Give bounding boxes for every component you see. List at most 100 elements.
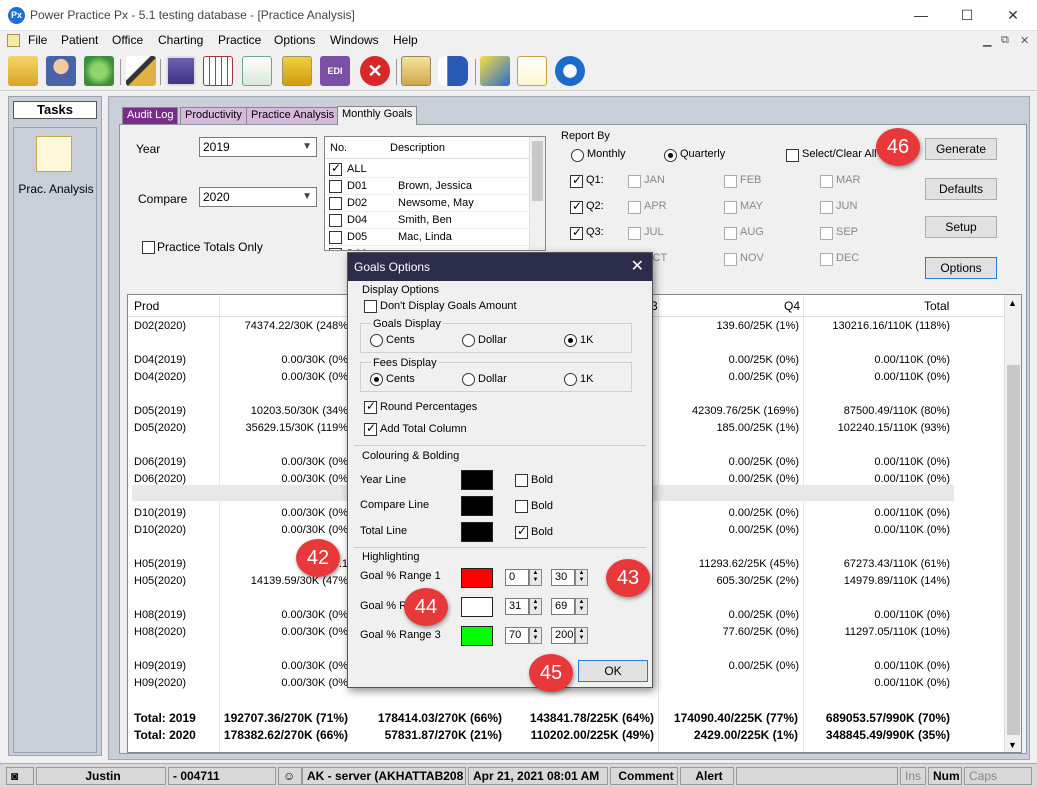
status-alert[interactable]: Alert bbox=[680, 767, 734, 785]
edi-icon[interactable]: EDI bbox=[320, 56, 350, 86]
scroll-up-icon[interactable]: ▲ bbox=[1008, 298, 1017, 308]
mdi-minimize-icon[interactable]: ▁ bbox=[983, 34, 991, 47]
menu-options[interactable]: Options bbox=[274, 33, 315, 47]
month-checkbox[interactable] bbox=[724, 175, 737, 188]
quarterly-radio[interactable] bbox=[664, 149, 677, 162]
range2-to-spinner[interactable]: ▲ ▼ bbox=[575, 598, 588, 615]
mdi-restore-icon[interactable]: ⧉ bbox=[1001, 34, 1009, 47]
task-prac-analysis[interactable]: Prac. Analysis bbox=[14, 182, 98, 196]
year-line-bold-checkbox[interactable] bbox=[515, 474, 528, 487]
year-select[interactable]: 2019 ▼ bbox=[199, 137, 317, 157]
menu-file[interactable]: File bbox=[28, 33, 47, 47]
range3-to-spinner[interactable]: ▲ ▼ bbox=[575, 627, 588, 644]
month-checkbox[interactable] bbox=[820, 253, 833, 266]
tab-productivity[interactable]: Productivity bbox=[180, 107, 247, 124]
range1-to-spinner[interactable]: ▲ ▼ bbox=[575, 569, 588, 586]
provider-row[interactable]: D01 Brown, Jessica bbox=[325, 178, 529, 195]
provider-list[interactable]: No. Description ALL D01 Brown, Jessica D… bbox=[324, 136, 546, 251]
provider-checkbox[interactable] bbox=[329, 161, 342, 176]
provider-checkbox[interactable] bbox=[329, 231, 342, 244]
ok-button[interactable]: OK bbox=[578, 660, 648, 682]
provider-row[interactable]: D05 Mac, Linda bbox=[325, 229, 529, 246]
provider-row[interactable]: D04 Smith, Ben bbox=[325, 212, 529, 229]
memo-icon[interactable] bbox=[517, 56, 547, 86]
maximize-icon[interactable]: ☐ bbox=[944, 0, 990, 31]
month-checkbox[interactable] bbox=[724, 253, 737, 266]
fees-cents-radio[interactable] bbox=[370, 373, 383, 386]
provider-checkbox[interactable] bbox=[329, 248, 342, 250]
goals-1k-radio[interactable] bbox=[564, 334, 577, 347]
document-menu-icon[interactable] bbox=[7, 34, 20, 47]
scroll-thumb[interactable] bbox=[532, 141, 543, 201]
month-checkbox[interactable] bbox=[628, 201, 641, 214]
month-checkbox[interactable] bbox=[820, 201, 833, 214]
month-checkbox[interactable] bbox=[820, 227, 833, 240]
provider-checkbox[interactable] bbox=[329, 214, 342, 227]
range3-from-input[interactable]: 70 bbox=[505, 627, 529, 644]
dont-display-checkbox[interactable] bbox=[364, 300, 377, 313]
quarter-checkbox[interactable] bbox=[570, 173, 583, 188]
stop-icon[interactable]: ✕ bbox=[360, 56, 390, 86]
quarter-checkbox[interactable] bbox=[570, 225, 583, 240]
lab-bottle-icon[interactable] bbox=[438, 56, 468, 86]
patients-icon[interactable] bbox=[46, 56, 76, 86]
open-folder-icon[interactable] bbox=[8, 56, 38, 86]
menu-help[interactable]: Help bbox=[393, 33, 418, 47]
month-checkbox[interactable] bbox=[724, 201, 737, 214]
totals-row[interactable]: Total: 2019 192707.36/270K (71%) 178414.… bbox=[128, 711, 1004, 727]
range1-to-input[interactable]: 30 bbox=[551, 569, 575, 586]
monthly-radio[interactable] bbox=[571, 149, 584, 162]
practice-analysis-icon[interactable] bbox=[36, 136, 72, 172]
range1-color-swatch[interactable] bbox=[461, 568, 493, 588]
options-button[interactable]: Options bbox=[925, 257, 997, 279]
total-line-color-swatch[interactable] bbox=[461, 522, 493, 542]
provider-row[interactable]: D06 bbox=[325, 246, 529, 250]
defaults-button[interactable]: Defaults bbox=[925, 178, 997, 200]
menu-practice[interactable]: Practice bbox=[218, 33, 261, 47]
practice-totals-checkbox[interactable] bbox=[142, 241, 155, 254]
edit-pencil-icon[interactable] bbox=[126, 56, 156, 86]
compare-select[interactable]: 2020 ▼ bbox=[199, 187, 317, 207]
menu-windows[interactable]: Windows bbox=[330, 33, 379, 47]
month-checkbox[interactable] bbox=[820, 175, 833, 188]
provider-checkbox[interactable] bbox=[329, 180, 342, 193]
quarter-checkbox[interactable] bbox=[570, 199, 583, 214]
range1-from-spinner[interactable]: ▲ ▼ bbox=[529, 569, 542, 586]
total-line-bold-checkbox[interactable] bbox=[515, 524, 528, 539]
range2-to-input[interactable]: 69 bbox=[551, 598, 575, 615]
notes-icon[interactable] bbox=[480, 56, 510, 86]
document-icon[interactable] bbox=[401, 56, 431, 86]
setup-button[interactable]: Setup bbox=[925, 216, 997, 238]
range3-to-input[interactable]: 200 bbox=[551, 627, 575, 644]
mdi-close-icon[interactable]: ✕ bbox=[1020, 34, 1029, 47]
scroll-down-icon[interactable]: ▼ bbox=[1008, 740, 1017, 750]
tab-practice-analysis[interactable]: Practice Analysis bbox=[246, 107, 340, 124]
minimize-icon[interactable]: — bbox=[898, 0, 944, 31]
month-checkbox[interactable] bbox=[724, 227, 737, 240]
reports-icon[interactable] bbox=[242, 56, 272, 86]
calendar-icon[interactable] bbox=[203, 56, 233, 86]
grid-scrollbar[interactable]: ▲ ▼ bbox=[1004, 295, 1021, 752]
book-icon[interactable] bbox=[166, 56, 196, 86]
add-total-column-checkbox[interactable] bbox=[364, 421, 377, 436]
range1-from-input[interactable]: 0 bbox=[505, 569, 529, 586]
month-checkbox[interactable] bbox=[628, 175, 641, 188]
compare-line-bold-checkbox[interactable] bbox=[515, 500, 528, 513]
scroll-thumb[interactable] bbox=[1007, 365, 1020, 735]
totals-row[interactable]: Total: 2020 178382.62/270K (66%) 57831.8… bbox=[128, 728, 1004, 744]
transfer-icon[interactable] bbox=[84, 56, 114, 86]
menu-charting[interactable]: Charting bbox=[158, 33, 203, 47]
gift-box-icon[interactable] bbox=[282, 56, 312, 86]
menu-patient[interactable]: Patient bbox=[61, 33, 98, 47]
range2-color-swatch[interactable] bbox=[461, 597, 493, 617]
select-clear-all-checkbox[interactable] bbox=[786, 149, 799, 162]
tab-audit-log[interactable]: Audit Log bbox=[122, 107, 179, 124]
info-icon[interactable] bbox=[555, 56, 585, 86]
round-percentages-checkbox[interactable] bbox=[364, 399, 377, 414]
range3-from-spinner[interactable]: ▲ ▼ bbox=[529, 627, 542, 644]
goals-dollar-radio[interactable] bbox=[462, 334, 475, 347]
range3-color-swatch[interactable] bbox=[461, 626, 493, 646]
close-icon[interactable]: ✕ bbox=[990, 0, 1036, 31]
generate-button[interactable]: Generate bbox=[925, 138, 997, 160]
menu-office[interactable]: Office bbox=[112, 33, 143, 47]
